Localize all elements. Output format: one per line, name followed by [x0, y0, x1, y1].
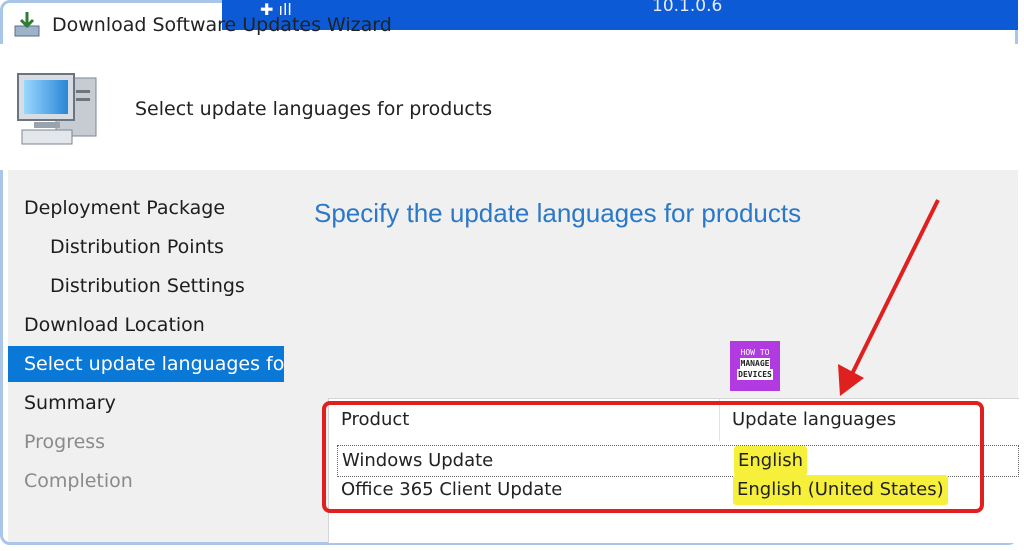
title-bar: Download Software Updates Wizard — [12, 8, 392, 42]
howto-logo: HOW TO MANAGE DEVICES — [730, 341, 780, 391]
logo-line3: DEVICES — [737, 369, 773, 380]
nav-item-progress: Progress — [24, 431, 106, 453]
computer-icon — [17, 73, 97, 145]
nav-item-completion: Completion — [24, 470, 133, 492]
logo-line1: HOW TO — [740, 348, 770, 357]
wizard-nav: Deployment Package Distribution Points D… — [8, 170, 288, 542]
download-wizard-icon — [14, 12, 40, 37]
nav-item-select-languages[interactable]: Select update languages for — [8, 346, 284, 382]
nav-item-download-location[interactable]: Download Location — [24, 307, 205, 343]
version-label: 10.1.0.6 — [652, 0, 723, 16]
wizard-header: Select update languages for products — [0, 44, 1018, 170]
page-heading: Select update languages for products — [135, 98, 493, 120]
nav-item-summary[interactable]: Summary — [24, 385, 116, 421]
nav-item-distribution-settings[interactable]: Distribution Settings — [50, 268, 245, 304]
nav-item-distribution-points[interactable]: Distribution Points — [50, 229, 224, 265]
nav-item-deployment-package[interactable]: Deployment Package — [24, 190, 225, 226]
content-title: Specify the update languages for product… — [314, 198, 802, 228]
logo-line2: MANAGE — [739, 358, 771, 369]
annotation-box — [322, 401, 984, 513]
window-title: Download Software Updates Wizard — [52, 14, 392, 36]
